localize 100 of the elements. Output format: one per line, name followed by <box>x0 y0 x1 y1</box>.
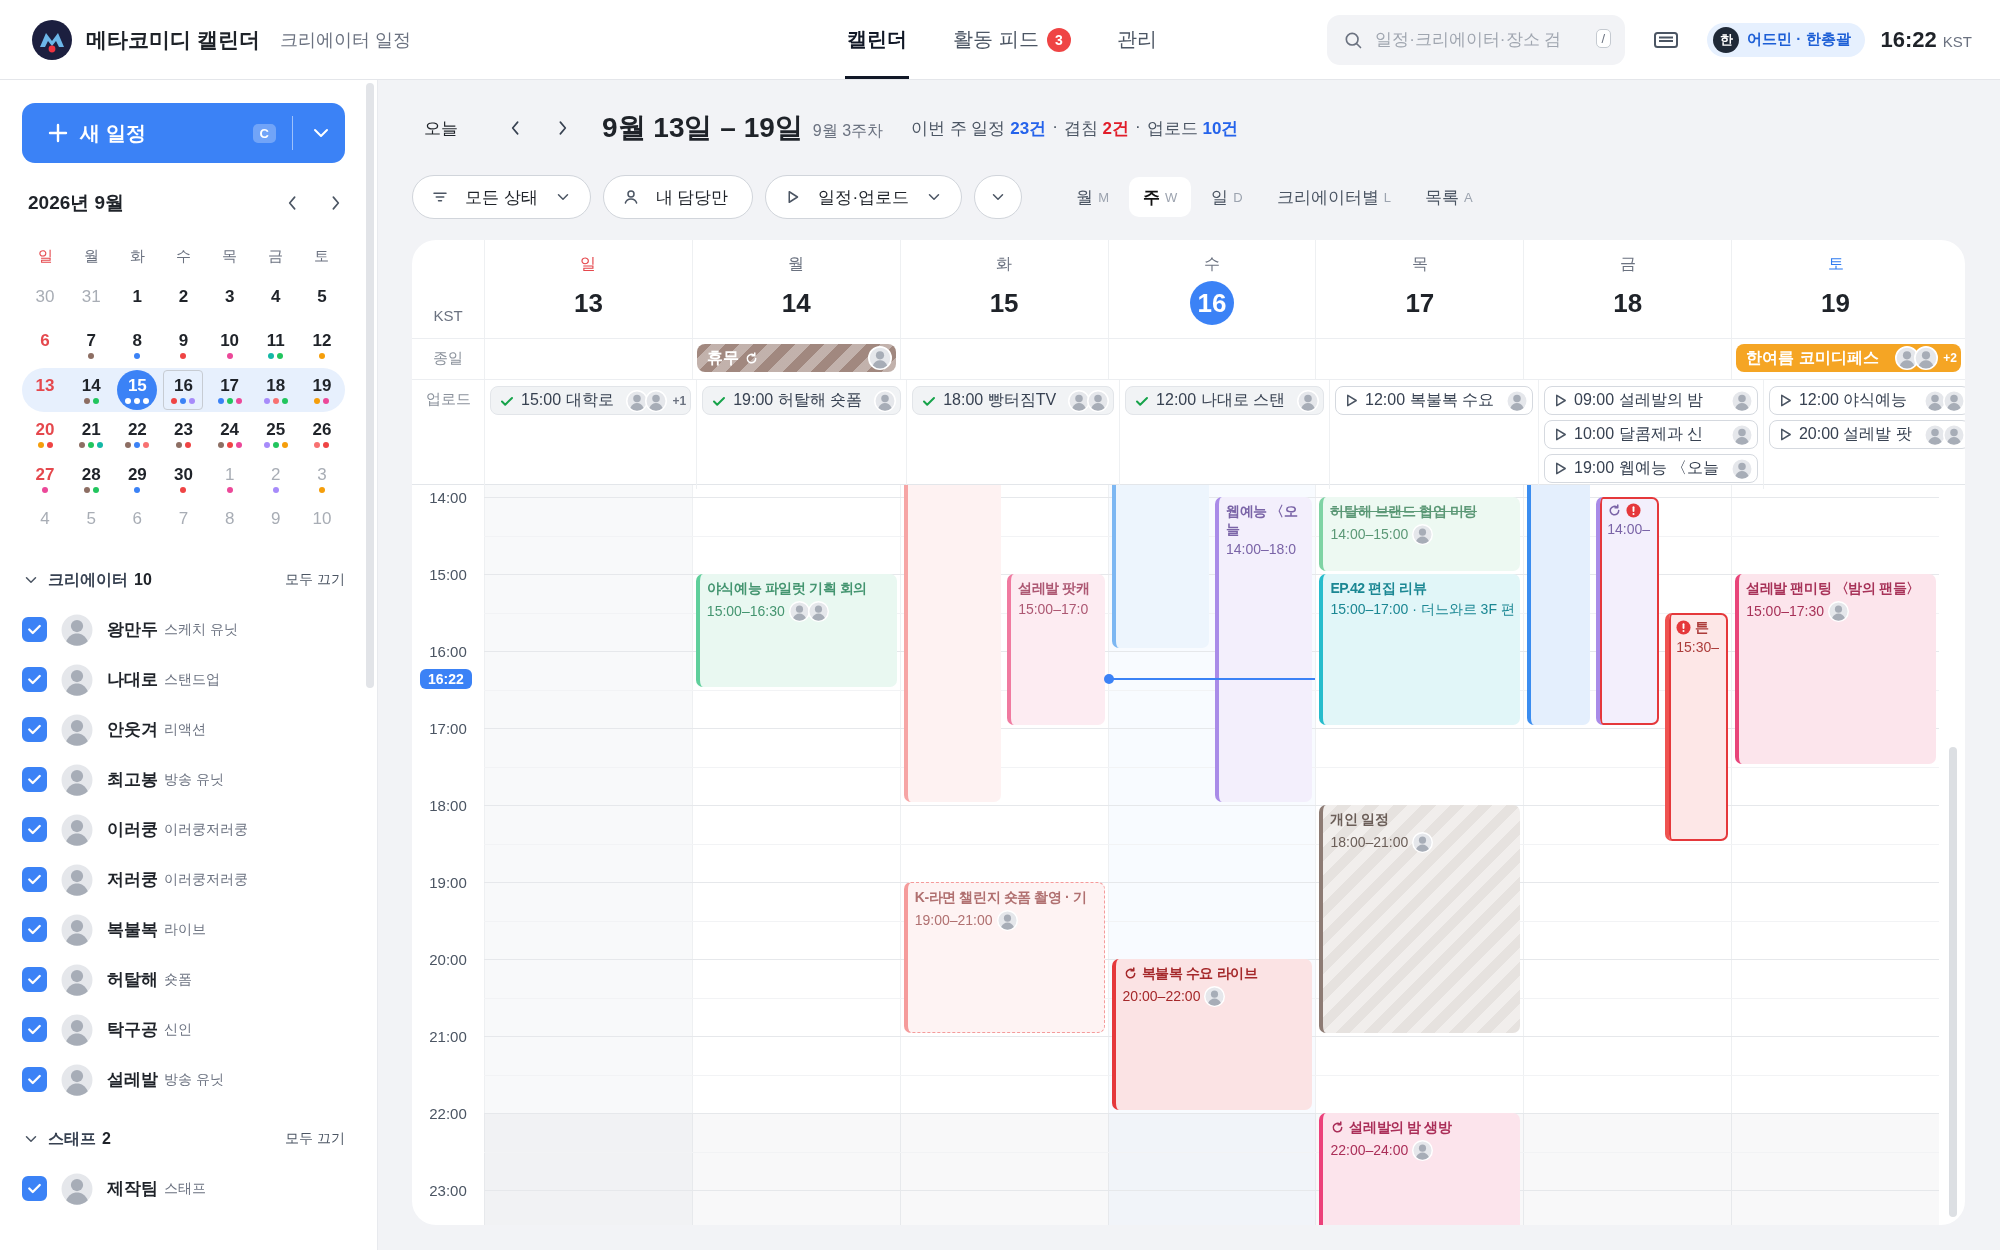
upload-chip[interactable]: 18:00 빵터짐TV <box>912 386 1115 415</box>
calendar-day[interactable]: 4 <box>255 280 296 321</box>
user-avatar: 한 <box>1713 26 1740 53</box>
calendar-day[interactable]: 11 <box>255 325 296 366</box>
checkbox[interactable] <box>22 667 47 692</box>
upload-chip[interactable]: 15:00 대학로 +1 <box>490 386 692 415</box>
calendar-day[interactable]: 8 <box>117 325 158 366</box>
avatar-icon <box>59 1061 95 1098</box>
checkbox[interactable] <box>22 617 47 642</box>
event-card[interactable]: 설레발의 밤 생방 22:00–24:00 <box>1319 1113 1521 1225</box>
calendar-day[interactable]: 10 <box>209 325 250 366</box>
avatar-icon <box>1828 600 1849 622</box>
avatar-icon <box>59 1011 95 1048</box>
filter-dropdown[interactable]: 내 담당만 <box>602 175 754 219</box>
calendar-day[interactable]: 23 <box>163 414 204 455</box>
calendar-day[interactable]: 3 <box>209 280 250 321</box>
turn-all-off-link[interactable]: 모두 끄기 <box>285 1130 345 1148</box>
calendar-day[interactable]: 2 <box>163 280 204 321</box>
event-card[interactable]: K-라면 챌린지 숏폼 촬영 · 기 19:00–21:00 <box>903 882 1105 1033</box>
calendar-day[interactable]: 22 <box>117 414 158 455</box>
event-time: 19:00–21:00 <box>914 912 993 928</box>
event-title: 웹예능 〈오늘 <box>1226 503 1299 538</box>
calendar-day[interactable]: 14 <box>71 369 112 410</box>
view-tab[interactable]: 월 M <box>1062 177 1123 217</box>
event-card[interactable] <box>1111 485 1209 648</box>
calendar-day[interactable]: 1 <box>117 280 158 321</box>
calendar-day[interactable]: 16 <box>163 369 204 410</box>
event-card[interactable]: 설레발 팟캐 15:00–17:0 <box>1007 574 1105 725</box>
event-card[interactable]: 설레발 팬미팅 〈밤의 팬들〉 15:00–17:30 <box>1735 574 1936 764</box>
nav-tab[interactable]: 관리 <box>1114 0 1159 79</box>
day-number[interactable]: 16 <box>1190 281 1234 325</box>
calendar-day[interactable]: 28 <box>71 458 112 499</box>
nav-tab[interactable]: 캘린더 <box>845 0 910 79</box>
checkbox[interactable] <box>22 767 47 792</box>
day-number[interactable]: 19 <box>1813 281 1858 325</box>
checkbox[interactable] <box>22 1176 47 1201</box>
calendar-day[interactable]: 17 <box>209 369 250 410</box>
avatar-icon <box>59 661 95 698</box>
filter-dropdown[interactable]: 일정·업로드 <box>765 175 963 219</box>
nav-tab[interactable]: 활동 피드 3 <box>951 0 1073 79</box>
calendar-day[interactable]: 5 <box>301 280 342 321</box>
calendar-day[interactable]: 6 <box>25 325 66 366</box>
upload-chip[interactable]: 12:00 복불복 수요 <box>1335 386 1533 415</box>
calendar-day[interactable]: 15 <box>117 369 158 410</box>
repeat-icon <box>1122 966 1138 982</box>
event-card[interactable]: 웹예능 〈오늘 14:00–18:0 <box>1215 497 1313 802</box>
calendar-day[interactable]: 26 <box>301 414 342 455</box>
hour-label: 16:00 <box>428 642 468 660</box>
turn-all-off-link[interactable]: 모두 끄기 <box>285 571 345 589</box>
today-button[interactable]: 오늘 <box>412 110 470 146</box>
calendar-day[interactable]: 24 <box>209 414 250 455</box>
event-card[interactable]: 14:00– <box>1596 497 1660 725</box>
day-number[interactable]: 13 <box>566 281 611 325</box>
view-tab[interactable]: 주 W <box>1129 177 1192 217</box>
new-event-button[interactable]: 새 일정 C <box>22 103 345 163</box>
upload-chip[interactable]: 20:00 설레발 팟 <box>1768 420 1965 449</box>
checkbox[interactable] <box>22 817 47 842</box>
user-chip[interactable]: 한 어드민 · 한총괄 <box>1707 22 1865 57</box>
event-card[interactable] <box>903 485 1002 802</box>
calendar-day[interactable]: 20 <box>25 414 66 455</box>
calendar-day[interactable]: 29 <box>117 458 158 499</box>
calendar-day[interactable]: 12 <box>301 325 342 366</box>
calendar-day[interactable]: 30 <box>163 458 204 499</box>
day-number[interactable]: 14 <box>774 281 819 325</box>
calendar-day[interactable]: 7 <box>71 325 112 366</box>
view-tab[interactable]: 크리에이터별 L <box>1262 177 1405 217</box>
checkbox[interactable] <box>22 1067 47 1092</box>
avatar-icon <box>59 761 95 798</box>
day-number[interactable]: 15 <box>982 281 1027 325</box>
event-card[interactable] <box>1527 485 1591 725</box>
view-tab[interactable]: 일 D <box>1197 177 1257 217</box>
day-number[interactable]: 17 <box>1397 281 1442 325</box>
hour-label: 18:00 <box>428 796 468 814</box>
checkbox[interactable] <box>22 867 47 892</box>
calendar-day[interactable]: 21 <box>71 414 112 455</box>
day-number[interactable]: 18 <box>1605 281 1650 325</box>
event-card[interactable]: 복불복 수요 라이브 20:00–22:00 <box>1111 959 1313 1110</box>
checkbox[interactable] <box>22 917 47 942</box>
calendar-day[interactable]: 25 <box>255 414 296 455</box>
event-card[interactable]: 튼 15:30– <box>1665 612 1729 841</box>
upload-chip[interactable]: 10:00 달콤제과 신 <box>1544 420 1758 449</box>
calendar-day[interactable]: 18 <box>255 369 296 410</box>
upload-chip[interactable]: 19:00 허탈해 숏폼 <box>702 386 902 415</box>
event-card[interactable]: 개인 일정 18:00–21:00 <box>1319 805 1521 1033</box>
checkbox[interactable] <box>22 1017 47 1042</box>
calendar-day[interactable]: 19 <box>301 369 342 410</box>
filter-dropdown[interactable]: 모든 상태 <box>412 175 591 219</box>
upload-chip[interactable]: 12:00 나대로 스탠 <box>1125 386 1325 415</box>
checkbox[interactable] <box>22 967 47 992</box>
scrollbar[interactable] <box>366 83 374 688</box>
event-card[interactable]: EP.42 편집 리뷰 15:00–17:00 · 더느와르 3F 편 <box>1319 574 1521 725</box>
upload-chip[interactable]: 19:00 웹예능 〈오늘 <box>1544 454 1758 483</box>
calendar-day[interactable]: 9 <box>163 325 204 366</box>
scrollbar[interactable] <box>1949 747 1957 1217</box>
calendar-day[interactable]: 27 <box>25 458 66 499</box>
hour-label: 19:00 <box>428 873 468 891</box>
view-tab[interactable]: 목록 A <box>1410 177 1487 217</box>
checkbox[interactable] <box>22 717 47 742</box>
upload-chip[interactable]: 12:00 야식예능 <box>1768 386 1965 415</box>
upload-chip[interactable]: 09:00 설레발의 밤 <box>1544 386 1758 415</box>
